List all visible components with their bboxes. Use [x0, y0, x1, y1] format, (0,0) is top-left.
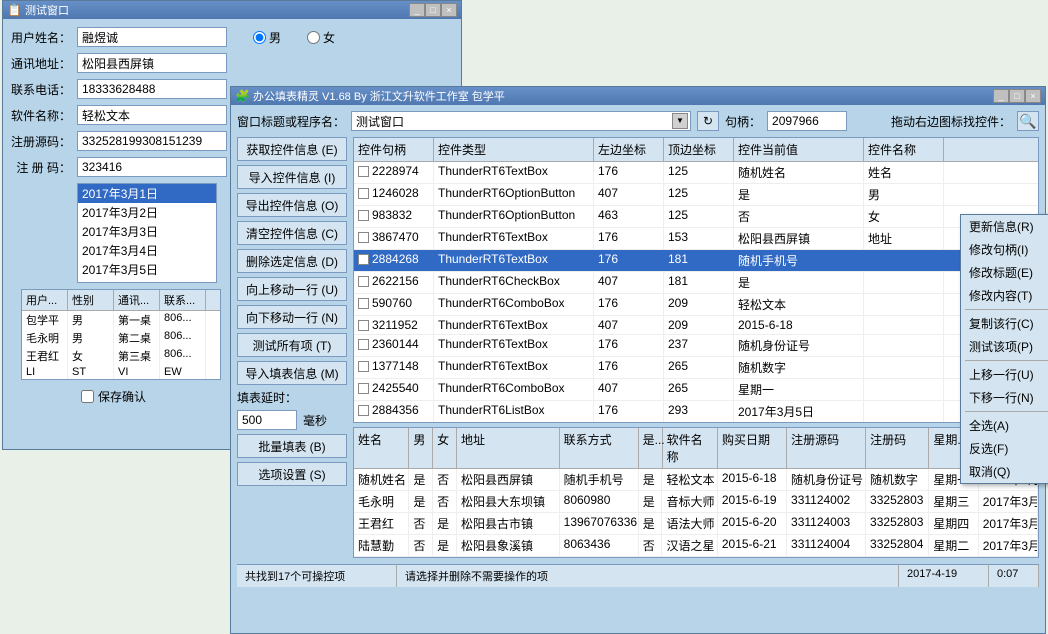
status-time: 0:07 [989, 565, 1039, 587]
controls-grid[interactable]: 控件句柄控件类型左边坐标顶边坐标控件当前值控件名称 2228974Thunder… [353, 137, 1039, 423]
gender-female-radio[interactable]: 女 [307, 29, 335, 46]
app-icon: 🧩 [235, 89, 249, 103]
test-window-title: 测试窗口 [25, 2, 409, 18]
progname-label: 窗口标题或程序名： [237, 113, 345, 130]
side-button[interactable]: 选项设置 (S) [237, 462, 347, 486]
regcode-label: 注 册 码： [11, 159, 71, 176]
side-button[interactable]: 获取控件信息 (E) [237, 137, 347, 161]
side-button[interactable]: 向下移动一行 (N) [237, 305, 347, 329]
refresh-button[interactable]: ↻ [697, 111, 719, 131]
menu-item[interactable]: 反选(F) [961, 437, 1048, 460]
username-label: 用户姓名： [11, 29, 71, 46]
grid-row[interactable]: 随机姓名是否松阳县西屏镇随机手机号是轻松文本2015-6-18随机身份证号随机数… [354, 469, 1038, 491]
grid-row[interactable]: 2884356ThunderRT6ListBox1762932017年3月5日 [354, 401, 1038, 422]
grid-row[interactable]: 590760ThunderRT6ComboBox176209轻松文本 [354, 294, 1038, 316]
side-button[interactable]: 导出控件信息 (O) [237, 193, 347, 217]
handle-input[interactable] [767, 111, 847, 131]
date-item[interactable]: 2017年3月3日 [78, 222, 216, 241]
grid-row[interactable]: 毛永明是否松阳县大东坝镇8060980是音标大师2015-6-193311240… [354, 491, 1038, 513]
grid-row[interactable]: 983832ThunderRT6OptionButton463125否女 [354, 206, 1038, 228]
date-item[interactable]: 2017年3月6日 [78, 279, 216, 283]
status-hint: 请选择并删除不需要操作的项 [397, 565, 899, 587]
date-item[interactable]: 2017年3月2日 [78, 203, 216, 222]
side-button[interactable]: 导入填表信息 (M) [237, 361, 347, 385]
addr-input[interactable] [77, 53, 227, 73]
save-confirm-checkbox[interactable] [81, 390, 94, 403]
test-window-titlebar[interactable]: 📋 测试窗口 _ □ × [3, 1, 461, 19]
maximize-button[interactable]: □ [1009, 89, 1025, 103]
menu-item[interactable]: 上移一行(U)Ctrl+U [961, 363, 1048, 386]
grid-row[interactable]: 陆慧勤否是松阳县象溪镇8063436否汉语之星2015-6-2133112400… [354, 535, 1038, 557]
side-button[interactable]: 测试所有项 (T) [237, 333, 347, 357]
regsrc-label: 注册源码： [11, 133, 71, 150]
grid-row[interactable]: 3867470ThunderRT6TextBox176153松阳县西屏镇地址 [354, 228, 1038, 250]
side-button[interactable]: 批量填表 (B) [237, 434, 347, 458]
regsrc-input[interactable] [77, 131, 227, 151]
side-button[interactable]: 导入控件信息 (I) [237, 165, 347, 189]
context-menu[interactable]: 更新信息(R)Ctrl+R修改句柄(I)修改标题(E)修改内容(T) 复制该行(C… [960, 214, 1048, 484]
fill-data-grid[interactable]: 姓名男女地址联系方式是...软件名称购买日期注册源码注册码星期...日期选择 随… [353, 427, 1039, 558]
username-input[interactable] [77, 27, 227, 47]
app-icon: 📋 [7, 3, 21, 17]
menu-item[interactable]: 取消(Q)Ctrl+Q [961, 460, 1048, 483]
addr-label: 通讯地址： [11, 55, 71, 72]
delay-input[interactable] [237, 410, 297, 430]
menu-item[interactable]: 修改标题(E) [961, 261, 1048, 284]
side-button[interactable]: 删除选定信息 (D) [237, 249, 347, 273]
grid-row[interactable]: 2884268ThunderRT6TextBox176181随机手机号 [354, 250, 1038, 272]
close-button[interactable]: × [1025, 89, 1041, 103]
menu-item[interactable]: 复制该行(C) [961, 312, 1048, 335]
menu-item[interactable]: 修改内容(T) [961, 284, 1048, 307]
date-item[interactable]: 2017年3月5日 [78, 260, 216, 279]
software-label: 软件名称： [11, 107, 71, 124]
software-input[interactable] [77, 105, 227, 125]
chevron-down-icon[interactable]: ▼ [672, 113, 688, 129]
table-row[interactable]: 王君红女第三桌806... [22, 347, 220, 365]
grid-row[interactable]: 王君红否是松阳县古市镇13967076336是语法大师2015-6-203311… [354, 513, 1038, 535]
status-date: 2017-4-19 [899, 565, 989, 587]
main-window-titlebar[interactable]: 🧩 办公填表精灵 V1.68 By 浙江文升软件工作室 包学平 _ □ × [231, 87, 1045, 105]
main-window: 🧩 办公填表精灵 V1.68 By 浙江文升软件工作室 包学平 _ □ × 窗口… [230, 86, 1046, 634]
table-row[interactable]: 包学平男第一桌806... [22, 311, 220, 329]
grid-row[interactable]: 1377148ThunderRT6TextBox176265随机数字 [354, 357, 1038, 379]
grid-row[interactable]: 2425540ThunderRT6ComboBox407265星期一 [354, 379, 1038, 401]
handle-label: 句柄： [725, 113, 761, 130]
status-bar: 共找到17个可操控项 请选择并删除不需要操作的项 2017-4-19 0:07 [237, 564, 1039, 587]
search-icon[interactable]: 🔍 [1017, 111, 1039, 131]
close-button[interactable]: × [441, 3, 457, 17]
menu-item[interactable]: 更新信息(R)Ctrl+R [961, 215, 1048, 238]
maximize-button[interactable]: □ [425, 3, 441, 17]
phone-input[interactable] [77, 79, 227, 99]
table-row[interactable]: 毛永明男第二桌806... [22, 329, 220, 347]
menu-item[interactable]: 全选(A)Ctrl+A [961, 414, 1048, 437]
grid-row[interactable]: 1246028ThunderRT6OptionButton407125是男 [354, 184, 1038, 206]
grid-row[interactable]: 2360144ThunderRT6TextBox176237随机身份证号 [354, 335, 1038, 357]
side-button[interactable]: 向上移动一行 (U) [237, 277, 347, 301]
minimize-button[interactable]: _ [993, 89, 1009, 103]
grid-row[interactable]: 2622156ThunderRT6CheckBox407181是 [354, 272, 1038, 294]
table-row[interactable]: LISTVIEW [22, 365, 220, 379]
date-item[interactable]: 2017年3月4日 [78, 241, 216, 260]
status-found: 共找到17个可操控项 [237, 565, 397, 587]
minimize-button[interactable]: _ [409, 3, 425, 17]
progname-combo[interactable]: 测试窗口 ▼ [351, 111, 691, 131]
phone-label: 联系电话： [11, 81, 71, 98]
side-button[interactable]: 清空控件信息 (C) [237, 221, 347, 245]
main-window-title: 办公填表精灵 V1.68 By 浙江文升软件工作室 包学平 [253, 88, 993, 104]
date-item[interactable]: 2017年3月1日 [78, 184, 216, 203]
grid-row[interactable]: 2228974ThunderRT6TextBox176125随机姓名姓名 [354, 162, 1038, 184]
gender-male-radio[interactable]: 男 [253, 29, 281, 46]
date-listbox[interactable]: 2017年3月1日2017年3月2日2017年3月3日2017年3月4日2017… [77, 183, 217, 283]
grid-row[interactable]: 3211952ThunderRT6TextBox4072092015-6-18 [354, 316, 1038, 335]
menu-item[interactable]: 下移一行(N)Ctrl+N [961, 386, 1048, 409]
drag-hint-label: 拖动右边图标找控件： [891, 113, 1011, 130]
contacts-table[interactable]: 用户...性别通讯...联系... 包学平男第一桌806...毛永明男第二桌80… [21, 289, 221, 380]
menu-item[interactable]: 测试该项(P)Ctrl+T [961, 335, 1048, 358]
save-confirm-label: 保存确认 [98, 388, 146, 405]
menu-item[interactable]: 修改句柄(I) [961, 238, 1048, 261]
regcode-input[interactable] [77, 157, 227, 177]
